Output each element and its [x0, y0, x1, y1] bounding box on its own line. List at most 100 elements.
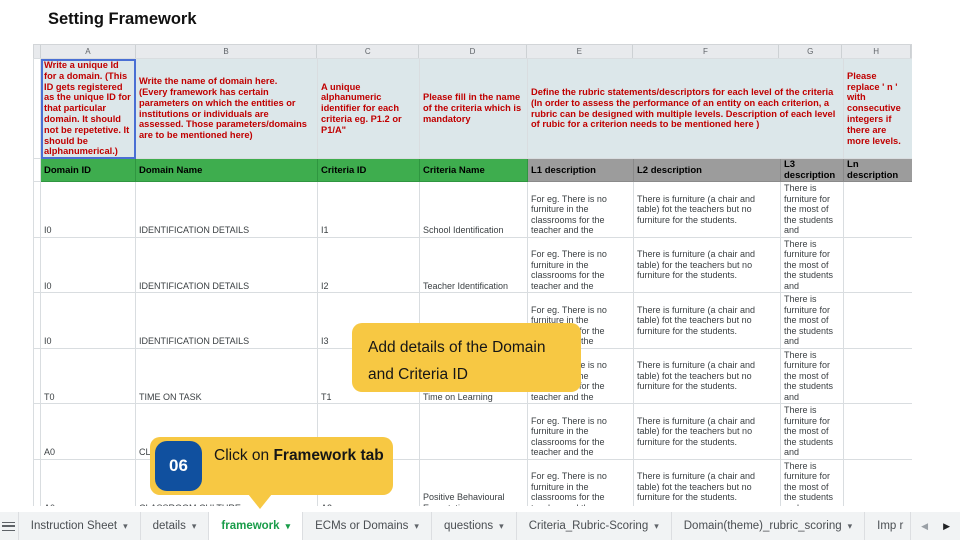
- column-header-h[interactable]: H: [842, 45, 911, 58]
- cell-l2-description[interactable]: There is furniture (a chair and table) f…: [634, 459, 781, 506]
- cell-l3-description[interactable]: There is furniture for the most of the s…: [781, 459, 844, 506]
- column-header-f[interactable]: F: [633, 45, 780, 58]
- chevron-down-icon[interactable]: [848, 520, 853, 532]
- field-header-row: Domain ID Domain Name Criteria ID Criter…: [34, 159, 913, 182]
- cell-domain-name[interactable]: IDENTIFICATION DETAILS: [136, 182, 318, 238]
- cell-l1-description[interactable]: For eg. There is no furniture in the cla…: [528, 459, 634, 506]
- cell-l3-description[interactable]: There is furniture for the most of the s…: [781, 293, 844, 349]
- cell-l3-description[interactable]: There is furniture for the most of the s…: [781, 404, 844, 460]
- table-row: I0 IDENTIFICATION DETAILS I1 School Iden…: [34, 182, 913, 238]
- header-l3-description[interactable]: L3 description: [781, 159, 844, 182]
- cell-ln-description[interactable]: [844, 237, 912, 293]
- tab-strip: Instruction Sheet details framework ECMs…: [18, 512, 911, 540]
- column-header-e[interactable]: E: [527, 45, 633, 58]
- cell-criteria-name[interactable]: [420, 404, 528, 460]
- cell-ln-description[interactable]: [844, 459, 912, 506]
- cell-l2-description[interactable]: There is furniture (a chair and table) f…: [634, 182, 781, 238]
- table-row: I0 IDENTIFICATION DETAILS I2 Teacher Ide…: [34, 237, 913, 293]
- cell-domain-name[interactable]: IDENTIFICATION DETAILS: [136, 293, 318, 349]
- callout-text: Click on Framework tab: [214, 437, 393, 466]
- cell-domain-id[interactable]: A0: [41, 459, 136, 506]
- row-header-strip: [34, 45, 41, 58]
- row-header-cell: [34, 59, 41, 159]
- cell-l3-description[interactable]: There is furniture for the most of the s…: [781, 237, 844, 293]
- chevron-down-icon[interactable]: [499, 520, 504, 532]
- header-domain-id[interactable]: Domain ID: [41, 159, 136, 182]
- cell-ln-description[interactable]: [844, 404, 912, 460]
- cell-domain-id[interactable]: I0: [41, 293, 136, 349]
- cell-criteria-id[interactable]: I2: [318, 237, 420, 293]
- cell-instruction-domain-id[interactable]: Write a unique Id for a domain. (This ID…: [41, 59, 136, 159]
- chevron-down-icon[interactable]: [286, 520, 291, 532]
- cell-instruction-ln[interactable]: Please replace ' n ' with consecutive in…: [844, 59, 912, 159]
- sheet-tab[interactable]: ECMs or Domains: [303, 512, 432, 540]
- cell-ln-description[interactable]: [844, 182, 912, 238]
- cell-instruction-domain-name[interactable]: Write the name of domain here. (Every fr…: [136, 59, 318, 159]
- column-header-row: A B C D E F G H: [33, 44, 912, 58]
- cell-domain-id[interactable]: I0: [41, 182, 136, 238]
- cell-l2-description[interactable]: There is furniture (a chair and table) f…: [634, 404, 781, 460]
- callout-add-details: Add details of the Domain and Criteria I…: [352, 323, 581, 392]
- chevron-down-icon[interactable]: [414, 520, 419, 532]
- cell-domain-id[interactable]: A0: [41, 404, 136, 460]
- sheet-tab-bar: Instruction Sheet details framework ECMs…: [0, 512, 960, 540]
- tab-scroll-left-icon[interactable]: [921, 520, 928, 532]
- row-header-cell: [34, 159, 41, 182]
- header-domain-name[interactable]: Domain Name: [136, 159, 318, 182]
- tab-scroll-right-icon[interactable]: [943, 520, 950, 532]
- chevron-down-icon[interactable]: [123, 520, 128, 532]
- column-header-a[interactable]: A: [41, 45, 136, 58]
- cell-domain-id[interactable]: I0: [41, 237, 136, 293]
- callout-pointer: [248, 494, 272, 509]
- cell-domain-name[interactable]: TIME ON TASK: [136, 348, 318, 404]
- cell-l3-description[interactable]: There is furniture for the most of the s…: [781, 348, 844, 404]
- row-header-cell: [34, 182, 41, 238]
- cell-instruction-criteria-name[interactable]: Please fill in the name of the criteria …: [420, 59, 528, 159]
- row-header-cell: [34, 404, 41, 460]
- cell-criteria-id[interactable]: I1: [318, 182, 420, 238]
- column-header-b[interactable]: B: [136, 45, 318, 58]
- row-header-cell: [34, 237, 41, 293]
- cell-instruction-criteria-id[interactable]: A unique alphanumeric identifier for eac…: [318, 59, 420, 159]
- cell-l3-description[interactable]: There is furniture for the most of the s…: [781, 182, 844, 238]
- chevron-down-icon[interactable]: [654, 520, 659, 532]
- all-sheets-menu-button[interactable]: [0, 512, 18, 540]
- cell-ln-description[interactable]: [844, 293, 912, 349]
- cell-ln-description[interactable]: [844, 348, 912, 404]
- header-l1-description[interactable]: L1 description: [528, 159, 634, 182]
- header-l2-description[interactable]: L2 description: [634, 159, 781, 182]
- header-criteria-name[interactable]: Criteria Name: [420, 159, 528, 182]
- cell-criteria-name[interactable]: School Identification: [420, 182, 528, 238]
- cell-l2-description[interactable]: There is furniture (a chair and table) f…: [634, 237, 781, 293]
- sheet-tab[interactable]: Criteria_Rubric-Scoring: [517, 512, 672, 540]
- step-number-badge: 06: [155, 441, 202, 491]
- column-header-g[interactable]: G: [779, 45, 842, 58]
- page-title: Setting Framework: [48, 10, 197, 29]
- sheet-tab[interactable]: questions: [432, 512, 517, 540]
- cell-criteria-name[interactable]: Teacher Identification: [420, 237, 528, 293]
- header-ln-description[interactable]: Ln description: [844, 159, 912, 182]
- cell-criteria-name[interactable]: Positive Behavioural Expectations: [420, 459, 528, 506]
- row-header-cell: [34, 459, 41, 506]
- cell-l2-description[interactable]: There is furniture (a chair and table) f…: [634, 348, 781, 404]
- row-header-cell: [34, 293, 41, 349]
- cell-l2-description[interactable]: There is furniture (a chair and table) f…: [634, 293, 781, 349]
- sheet-tab[interactable]: Imp r: [865, 512, 911, 540]
- sheet-tab[interactable]: Domain(theme)_rubric_scoring: [672, 512, 865, 540]
- instruction-row: Write a unique Id for a domain. (This ID…: [34, 59, 913, 159]
- sheet-tab[interactable]: framework: [209, 512, 303, 540]
- cell-l1-description[interactable]: For eg. There is no furniture in the cla…: [528, 404, 634, 460]
- sheet-tab[interactable]: details: [141, 512, 210, 540]
- cell-instruction-rubric-levels[interactable]: Define the rubric statements/descriptors…: [528, 59, 844, 159]
- callout-text: Add details of the Domain and Criteria I…: [368, 339, 546, 383]
- column-header-c[interactable]: C: [317, 45, 419, 58]
- header-criteria-id[interactable]: Criteria ID: [318, 159, 420, 182]
- cell-l1-description[interactable]: For eg. There is no furniture in the cla…: [528, 237, 634, 293]
- sheet-tab[interactable]: Instruction Sheet: [18, 512, 141, 540]
- hamburger-icon: [2, 522, 15, 531]
- column-header-d[interactable]: D: [419, 45, 527, 58]
- chevron-down-icon[interactable]: [192, 520, 197, 532]
- cell-domain-name[interactable]: IDENTIFICATION DETAILS: [136, 237, 318, 293]
- cell-domain-id[interactable]: T0: [41, 348, 136, 404]
- cell-l1-description[interactable]: For eg. There is no furniture in the cla…: [528, 182, 634, 238]
